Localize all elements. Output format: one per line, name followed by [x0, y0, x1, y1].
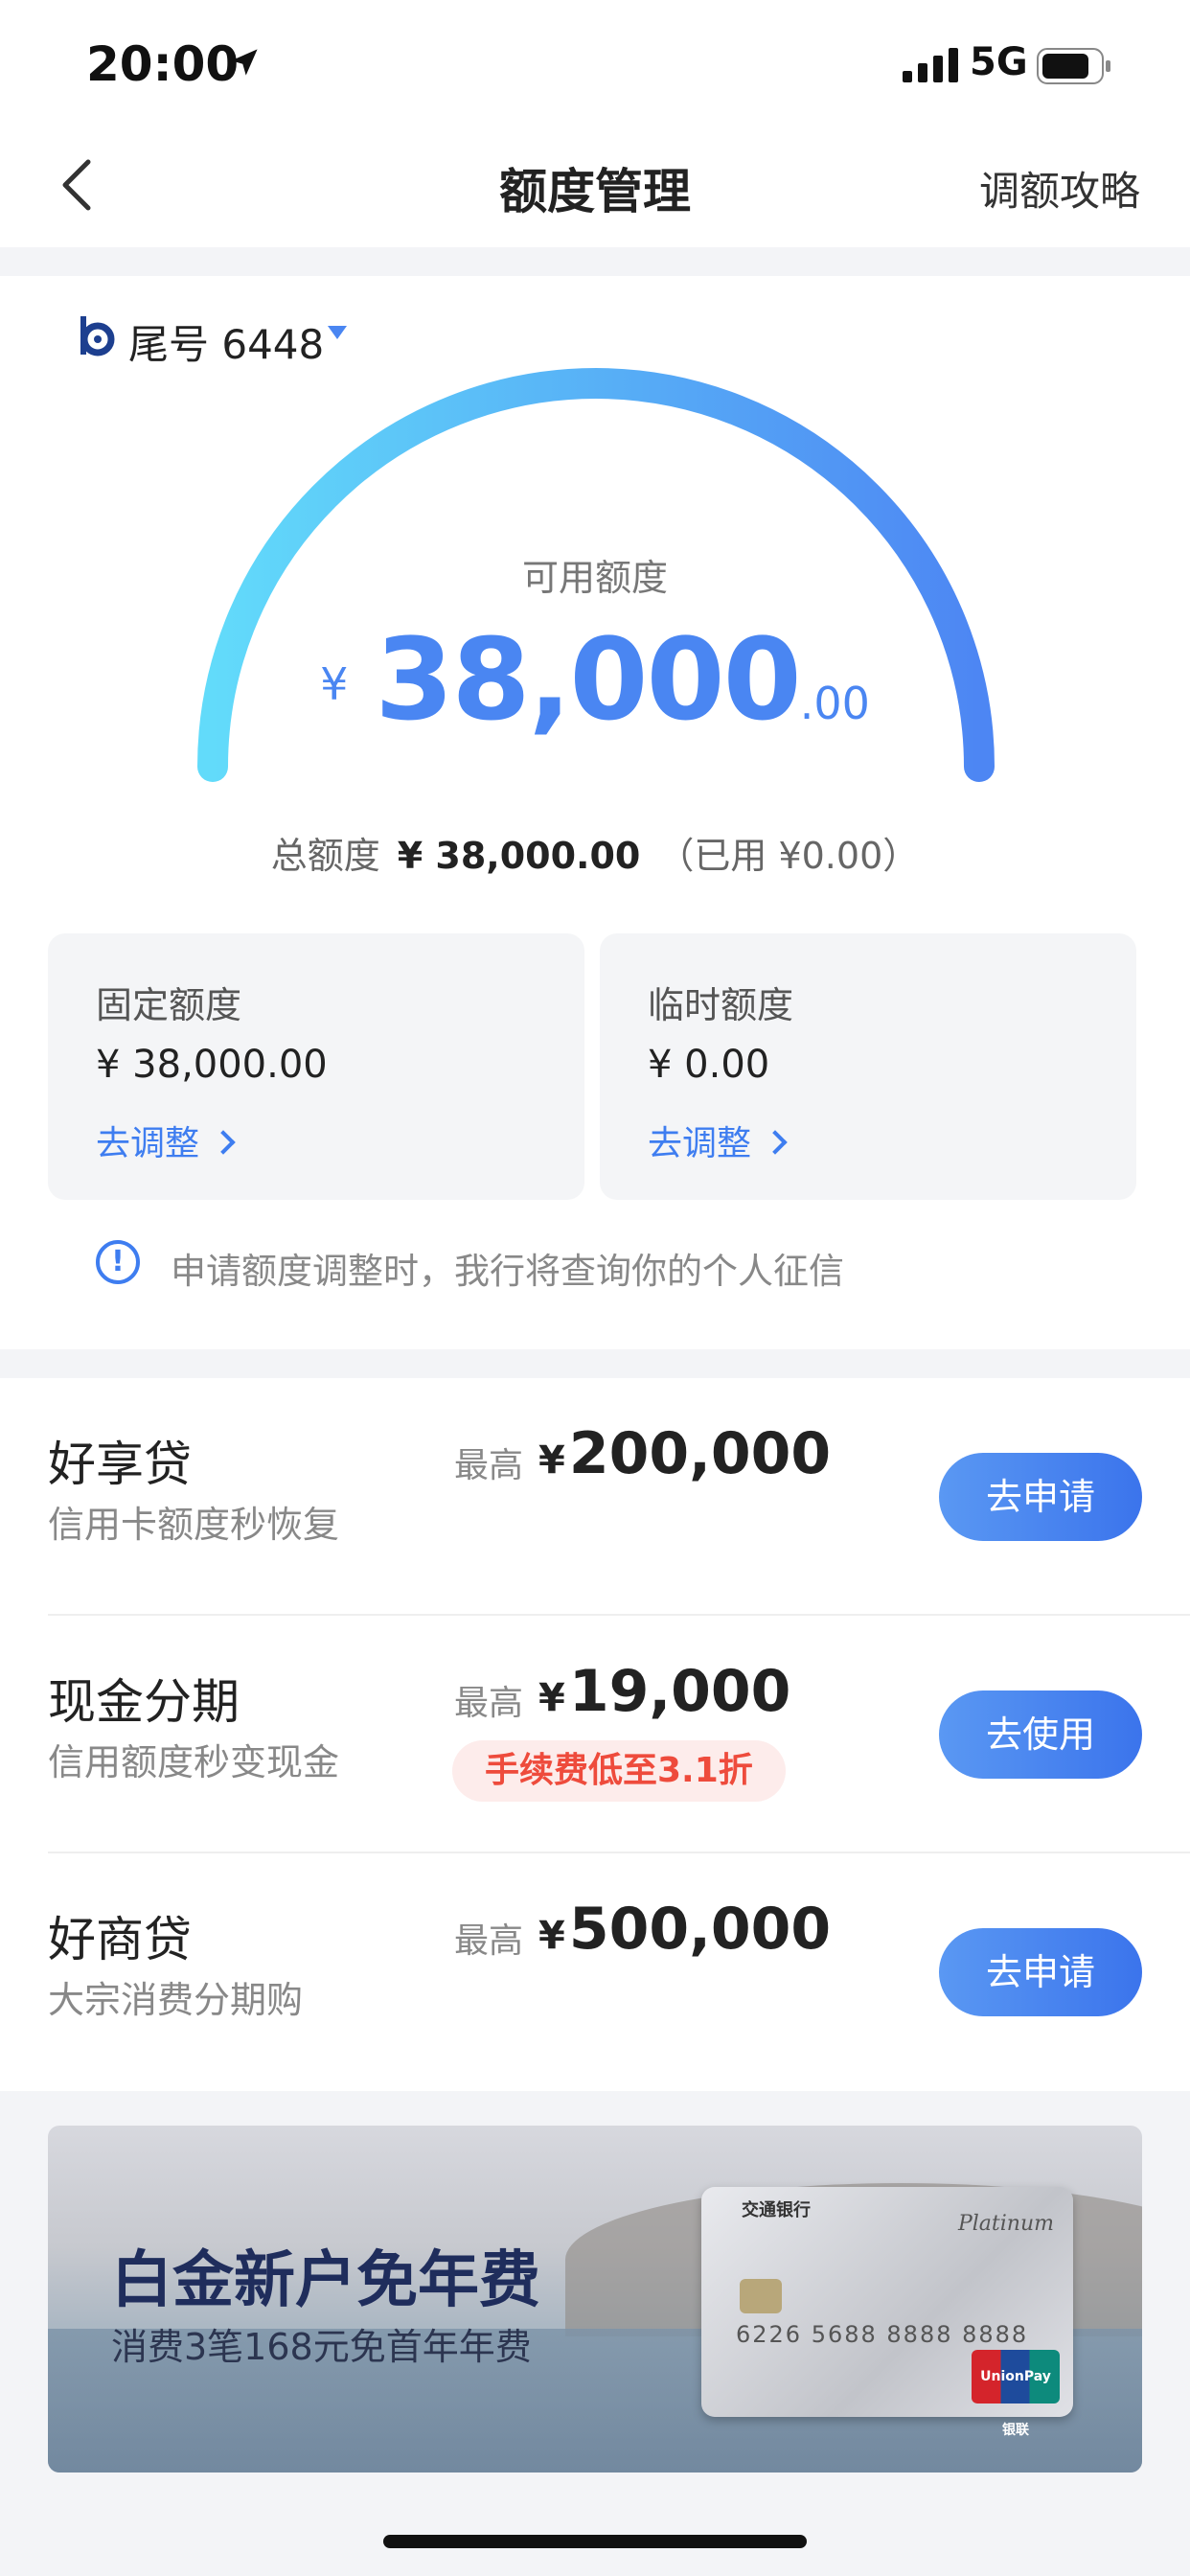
loan-max-amount: ¥19,000	[538, 1658, 790, 1725]
list-item: 好商贷 大宗消费分期购 最高 ¥500,000 去申请	[0, 1853, 1190, 2091]
loan-amount-value: 500,000	[568, 1896, 832, 1963]
loan-amount-value: 19,000	[568, 1658, 791, 1725]
currency-symbol: ¥	[538, 1438, 565, 1483]
caret-down-icon[interactable]	[328, 326, 347, 339]
card-chip-icon	[740, 2279, 782, 2313]
total-credit-label: 总额度	[270, 835, 380, 877]
fee-discount-tag: 手续费低至3.1折	[452, 1740, 786, 1802]
adjust-temp-limit-label: 去调整	[648, 1124, 752, 1163]
currency-symbol: ¥	[538, 1914, 565, 1958]
chevron-right-icon	[211, 1130, 236, 1155]
credit-check-notice: 申请额度调整时，我行将查询你的个人征信	[171, 1251, 844, 1292]
fixed-limit-label: 固定额度	[96, 984, 242, 1026]
card-selector[interactable]: 尾号 6448	[128, 312, 324, 371]
loan-title: 好享贷	[48, 1437, 192, 1492]
use-button[interactable]: 去使用	[939, 1690, 1142, 1779]
info-icon: !	[96, 1240, 140, 1284]
battery-icon	[1037, 48, 1110, 84]
banner-subtitle: 消费3笔168元免首年年费	[111, 2326, 532, 2368]
loan-max-amount: ¥200,000	[538, 1420, 831, 1487]
location-arrow-icon	[231, 49, 258, 76]
apply-button[interactable]: 去申请	[939, 1928, 1142, 2016]
apply-button[interactable]: 去申请	[939, 1453, 1142, 1541]
list-item: 好享贷 信用卡额度秒恢复 最高 ¥200,000 去申请	[0, 1378, 1190, 1616]
fixed-limit-box: 固定额度 ¥ 38,000.00 去调整	[48, 933, 584, 1200]
currency-symbol: ¥	[320, 658, 349, 710]
bank-logo-icon	[80, 316, 115, 356]
available-credit-amount: ¥38,000.00	[0, 613, 1190, 746]
card-bank-name: 交通银行	[742, 2200, 811, 2220]
loan-subtitle: 信用额度秒变现金	[48, 1741, 340, 1783]
banner-title: 白金新户免年费	[111, 2245, 540, 2316]
promo-banner[interactable]: 白金新户免年费 消费3笔168元免首年年费 交通银行 Platinum 6226…	[48, 2126, 1142, 2472]
loan-title: 好商贷	[48, 1912, 192, 1967]
loan-product-list: 好享贷 信用卡额度秒恢复 最高 ¥200,000 去申请 现金分期 信用额度秒变…	[0, 1378, 1190, 2091]
temp-limit-value: ¥ 0.00	[648, 1043, 770, 1087]
signal-icon	[903, 48, 958, 82]
available-integer: 38,000	[375, 613, 801, 746]
total-credit-value: ¥ 38,000.00	[397, 835, 641, 877]
status-time: 20:00	[86, 36, 240, 92]
total-credit-line: 总额度 ¥ 38,000.00 （已用 ¥0.00）	[0, 826, 1190, 879]
adjust-temp-limit-link[interactable]: 去调整	[648, 1116, 788, 1165]
card-number: 6226 5688 8888 8888	[736, 2321, 1029, 2348]
credit-card-image: 交通银行 Platinum 6226 5688 8888 8888 UnionP…	[701, 2187, 1073, 2438]
adjust-fixed-limit-label: 去调整	[96, 1124, 200, 1163]
chevron-right-icon	[763, 1130, 788, 1155]
max-label: 最高	[454, 1684, 524, 1723]
available-credit-label: 可用额度	[521, 557, 668, 599]
fixed-limit-value: ¥ 38,000.00	[96, 1043, 328, 1087]
list-item: 现金分期 信用额度秒变现金 最高 ¥19,000 手续费低至3.1折 去使用	[0, 1616, 1190, 1853]
temp-limit-box: 临时额度 ¥ 0.00 去调整	[600, 933, 1136, 1200]
adjust-guide-link[interactable]: 调额攻略	[979, 159, 1140, 218]
unionpay-logo-icon: UnionPay 银联	[972, 2350, 1060, 2438]
currency-symbol: ¥	[538, 1676, 565, 1720]
loan-subtitle: 大宗消费分期购	[48, 1979, 304, 2021]
loan-subtitle: 信用卡额度秒恢复	[48, 1504, 340, 1546]
adjust-fixed-limit-link[interactable]: 去调整	[96, 1116, 236, 1165]
used-credit-text: （已用 ¥0.00）	[657, 835, 920, 877]
loan-amount-value: 200,000	[568, 1420, 832, 1487]
home-indicator	[383, 2535, 807, 2548]
network-type: 5G	[970, 40, 1028, 84]
loan-max-amount: ¥500,000	[538, 1896, 831, 1963]
available-decimal: .00	[799, 678, 870, 729]
card-tier: Platinum	[957, 2212, 1054, 2236]
max-label: 最高	[454, 1921, 524, 1961]
temp-limit-label: 临时额度	[648, 984, 794, 1026]
loan-title: 现金分期	[48, 1674, 240, 1730]
max-label: 最高	[454, 1446, 524, 1485]
